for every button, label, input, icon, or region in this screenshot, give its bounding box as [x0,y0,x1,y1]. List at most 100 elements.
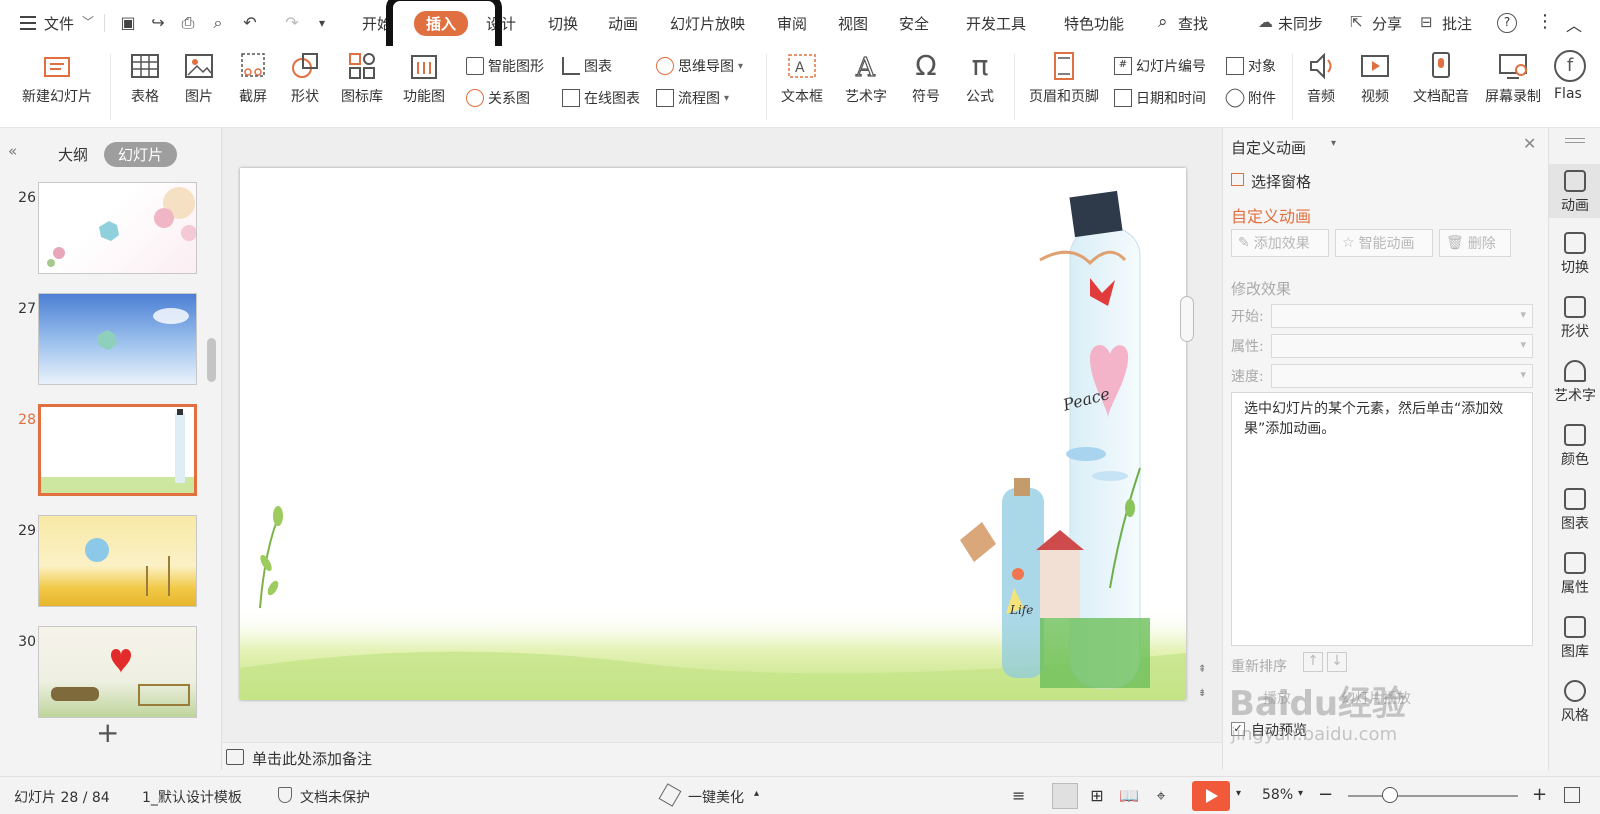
print-preview-icon[interactable]: ⌕ [208,14,228,32]
presenter-view-icon[interactable]: ⌖ [1148,783,1174,809]
header-footer-button[interactable]: 页眉和页脚 [1024,50,1104,106]
date-time-button[interactable]: 日期和时间 [1114,88,1206,108]
icon-library-button[interactable]: 图标库 [334,50,390,106]
tab-developer[interactable]: 开发工具 [966,13,1026,34]
textbox-button[interactable]: A 文本框 [772,50,832,106]
collapse-panel-icon[interactable]: « [8,142,17,160]
drag-handle-icon[interactable] [1565,138,1585,143]
more-icon[interactable]: ⋮ [1536,11,1554,32]
move-down-icon[interactable]: ↓ [1327,652,1347,672]
side-wordart[interactable]: 艺术字 [1549,360,1600,405]
slide-sorter-icon[interactable]: ⊞ [1084,783,1110,809]
new-slide-button[interactable]: 新建幻灯片 [12,50,102,106]
select-pane-icon[interactable] [1231,173,1244,186]
zoom-in-icon[interactable]: + [1532,784,1547,805]
scrollbar-thumb[interactable] [207,338,216,382]
shape-button[interactable]: 形状 [280,50,330,106]
side-gallery[interactable]: 图库 [1549,616,1600,661]
tab-security[interactable]: 安全 [899,13,929,34]
delete-button[interactable]: 🗑 删除 [1439,229,1511,257]
tab-slides[interactable]: 幻灯片 [104,142,178,167]
side-transition[interactable]: 切换 [1549,232,1600,277]
slide-canvas[interactable]: Peace Life [240,168,1186,700]
zoom-menu-icon[interactable]: ▾ [1298,788,1303,799]
mind-map-button[interactable]: 思维导图 ▾ [656,56,743,76]
add-effect-button[interactable]: ✎ 添加效果 [1231,229,1329,257]
side-style[interactable]: 风格 [1549,680,1600,725]
save-icon[interactable]: ▣ [118,14,138,32]
protect-status[interactable]: 文档未保护 [300,787,370,807]
tab-slideshow[interactable]: 幻灯片放映 [670,13,745,34]
cloud-sync-icon[interactable]: ☁ [1258,13,1273,31]
zoom-slider-thumb[interactable] [1382,787,1398,803]
slide-thumb-26[interactable]: 26 [0,182,205,274]
tab-view[interactable]: 视图 [838,13,868,34]
chevron-up-icon[interactable]: ▴ [754,788,759,799]
scroll-next-icon[interactable]: ⇟ [1198,688,1206,699]
notes-bar[interactable]: 单击此处添加备注 [222,742,1222,772]
online-chart-button[interactable]: 在线图表 [562,88,640,108]
select-pane-link[interactable]: 选择窗格 [1251,171,1311,192]
object-button[interactable]: 对象 [1226,56,1276,76]
scroll-prev-icon[interactable]: ⇞ [1198,664,1206,675]
hamburger-icon[interactable] [20,16,36,30]
comment-icon[interactable]: ⊟ [1420,13,1433,31]
play-slideshow-button[interactable] [1192,781,1230,811]
export-icon[interactable]: ↪ [148,14,168,32]
flowchart-button[interactable]: 流程图 ▾ [656,88,729,108]
side-chart[interactable]: 图表 [1549,488,1600,533]
template-name[interactable]: 1_默认设计模板 [142,787,242,807]
slide-thumb-27[interactable]: 27 [0,293,205,385]
undo-icon[interactable]: ↶ [240,14,260,32]
tab-outline[interactable]: 大纲 [58,144,88,165]
move-up-icon[interactable]: ↑ [1303,652,1323,672]
side-color[interactable]: 颜色 [1549,424,1600,469]
beautify-icon[interactable] [658,783,682,807]
audio-button[interactable]: 音频 [1298,50,1344,106]
pane-title[interactable]: 自定义动画 [1231,137,1306,158]
zoom-slider-track[interactable] [1348,795,1518,797]
wordart-button[interactable]: A 艺术字 [838,50,894,106]
beautify-button[interactable]: 一键美化 [688,787,744,807]
side-shape[interactable]: 形状 [1549,296,1600,341]
tab-review[interactable]: 审阅 [777,13,807,34]
comment-button[interactable]: 批注 [1442,13,1472,34]
flash-button[interactable]: f Flas [1554,50,1594,102]
notes-toggle-icon[interactable]: ≡ [1012,786,1025,805]
add-slide-button[interactable]: + [96,716,119,749]
sync-status[interactable]: 未同步 [1278,13,1323,34]
print-icon[interactable]: ⎙ [178,14,198,32]
slide-thumb-29[interactable]: 29 [0,515,205,607]
slide-thumb-30[interactable]: 30 [0,626,205,718]
animation-list[interactable]: 选中幻灯片的某个元素，然后单击“添加效果”添加动画。 [1231,392,1533,646]
side-animation[interactable]: 动画 [1549,164,1600,218]
customize-icon[interactable]: ▾ [312,14,332,32]
screenshot-button[interactable]: 截屏 [228,50,278,106]
smart-graphic-button[interactable]: 智能图形 [466,56,544,76]
chevron-down-icon[interactable]: ▾ [1331,138,1336,149]
video-button[interactable]: 视频 [1352,50,1398,106]
zoom-out-icon[interactable]: − [1318,784,1333,805]
start-select[interactable] [1271,304,1533,328]
canvas-vscrollbar[interactable] [1180,296,1194,342]
chevron-down-icon[interactable]: ﹀ [82,13,94,30]
normal-view-icon[interactable] [1052,783,1078,809]
share-button[interactable]: 分享 [1372,13,1402,34]
reading-view-icon[interactable]: 📖 [1116,783,1142,809]
smart-animation-button[interactable]: ☆ 智能动画 [1335,229,1433,257]
close-icon[interactable]: ✕ [1523,134,1536,153]
attachment-button[interactable]: 附件 [1222,85,1276,111]
share-icon[interactable]: ⇱ [1350,13,1363,31]
slide-number-button[interactable]: # 幻灯片编号 [1114,56,1206,76]
relation-chart-button[interactable]: 关系图 [466,88,530,108]
screen-record-button[interactable]: 屏幕录制 [1480,50,1546,106]
formula-button[interactable]: π 公式 [958,50,1002,106]
symbol-button[interactable]: Ω 符号 [904,50,948,106]
redo-icon[interactable]: ↷ [282,14,302,32]
play-options-icon[interactable]: ▾ [1236,788,1241,799]
tab-special[interactable]: 特色功能 [1064,13,1124,34]
property-select[interactable] [1271,334,1533,358]
slide-thumb-28[interactable]: 28 [0,404,205,496]
fit-window-icon[interactable] [1564,787,1580,803]
collapse-ribbon-icon[interactable]: ︿ [1566,12,1582,36]
